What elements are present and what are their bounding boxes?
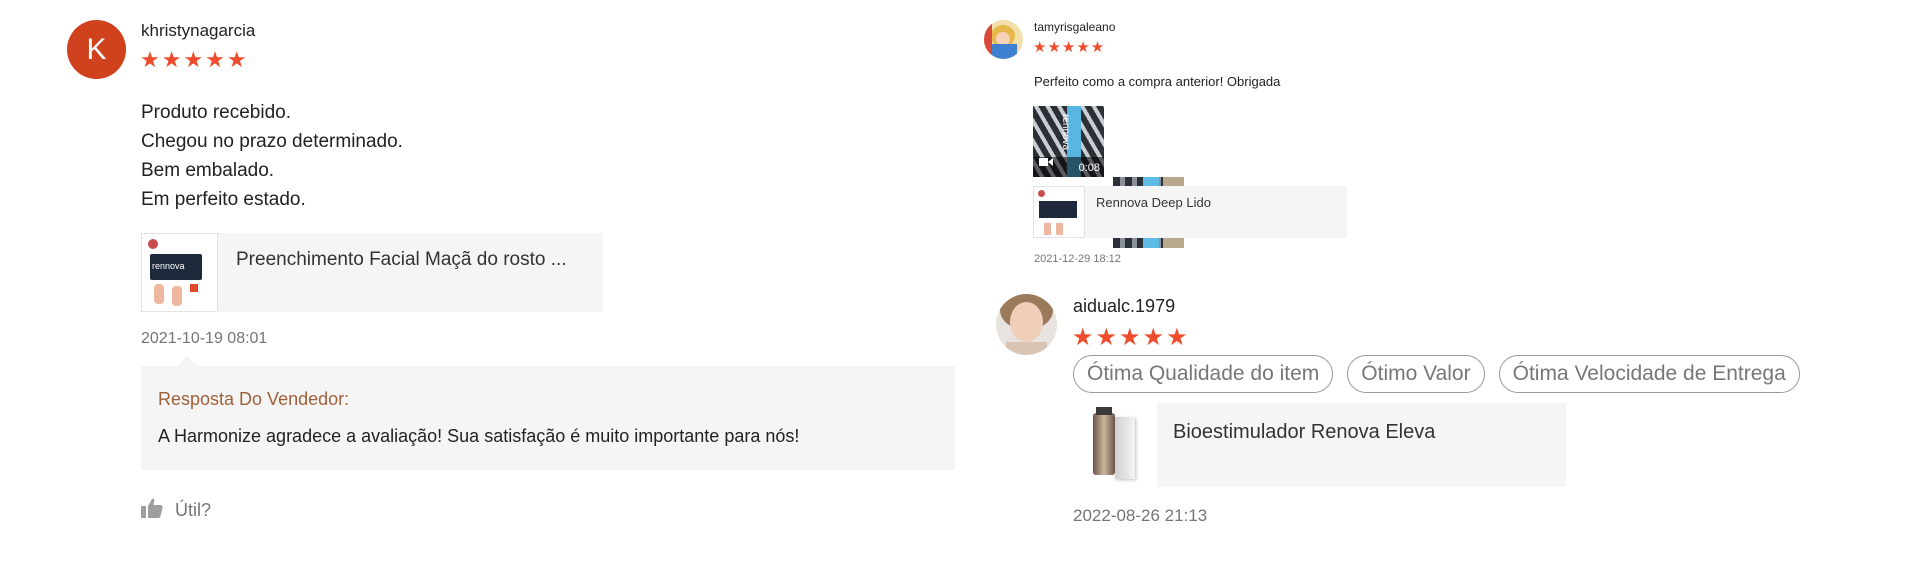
star-rating: ★★★★★	[1033, 39, 1106, 56]
review-line: Em perfeito estado.	[141, 189, 306, 210]
review-body: Produto recebido. Chegou no prazo determ…	[141, 98, 403, 214]
tag-quality: Ótima Qualidade do item	[1073, 355, 1334, 393]
helpful-button[interactable]: Útil?	[141, 498, 211, 523]
avatar: K	[67, 20, 126, 79]
review-date: 2021-12-29 18:12	[1034, 253, 1121, 265]
product-thumbnail	[1073, 403, 1155, 487]
avatar	[984, 20, 1023, 59]
username: khristynagarcia	[141, 21, 256, 40]
product-link[interactable]: Rennova Deep Lido	[1033, 186, 1347, 238]
product-thumbnail: rennova	[141, 233, 218, 312]
thumbs-up-icon	[141, 498, 163, 523]
video-duration: 0:08	[1078, 162, 1100, 174]
product-name: Preenchimento Facial Maçã do rosto ...	[236, 249, 567, 270]
product-thumbnail	[1033, 186, 1085, 238]
review-line: Bem embalado.	[141, 160, 275, 181]
product-name: Rennova Deep Lido	[1096, 195, 1211, 210]
tag-value: Ótimo Valor	[1347, 355, 1485, 393]
avatar-letter: K	[86, 32, 107, 66]
username: tamyrisgaleano	[1034, 20, 1116, 34]
helpful-label: Útil?	[175, 500, 212, 520]
review-line: Produto recebido.	[141, 102, 291, 123]
tag-delivery: Ótima Velocidade de Entrega	[1498, 355, 1800, 393]
review-date: 2021-10-19 08:01	[141, 330, 268, 347]
reply-pointer	[177, 356, 197, 366]
video-camera-icon	[1039, 154, 1053, 172]
review-tags: Ótima Qualidade do item Ótimo Valor Ótim…	[1073, 355, 1800, 393]
review-body: Perfeito como a compra anterior! Obrigad…	[1034, 74, 1281, 89]
star-rating: ★★★★★	[140, 47, 249, 72]
review-line: Chegou no prazo determinado.	[141, 131, 403, 152]
reply-title: Resposta Do Vendedor:	[158, 389, 350, 409]
star-rating: ★★★★★	[1072, 324, 1190, 351]
review-date: 2022-08-26 21:13	[1073, 506, 1208, 525]
review-video[interactable]: rennova 0:08	[1033, 106, 1104, 177]
product-link[interactable]: Bioestimulador Renova Eleva	[1157, 403, 1566, 487]
media-brand: rennova	[1060, 114, 1071, 151]
reply-text: A Harmonize agradece a avaliação! Sua sa…	[158, 426, 800, 446]
username: aidualc.1979	[1073, 296, 1176, 316]
seller-reply: Resposta Do Vendedor: A Harmonize agrade…	[141, 366, 955, 470]
product-name: Bioestimulador Renova Eleva	[1173, 421, 1436, 443]
product-link[interactable]: rennova Preenchimento Facial Maçã do ros…	[141, 233, 603, 312]
thumb-brand: rennova	[152, 261, 185, 271]
avatar	[996, 294, 1057, 355]
